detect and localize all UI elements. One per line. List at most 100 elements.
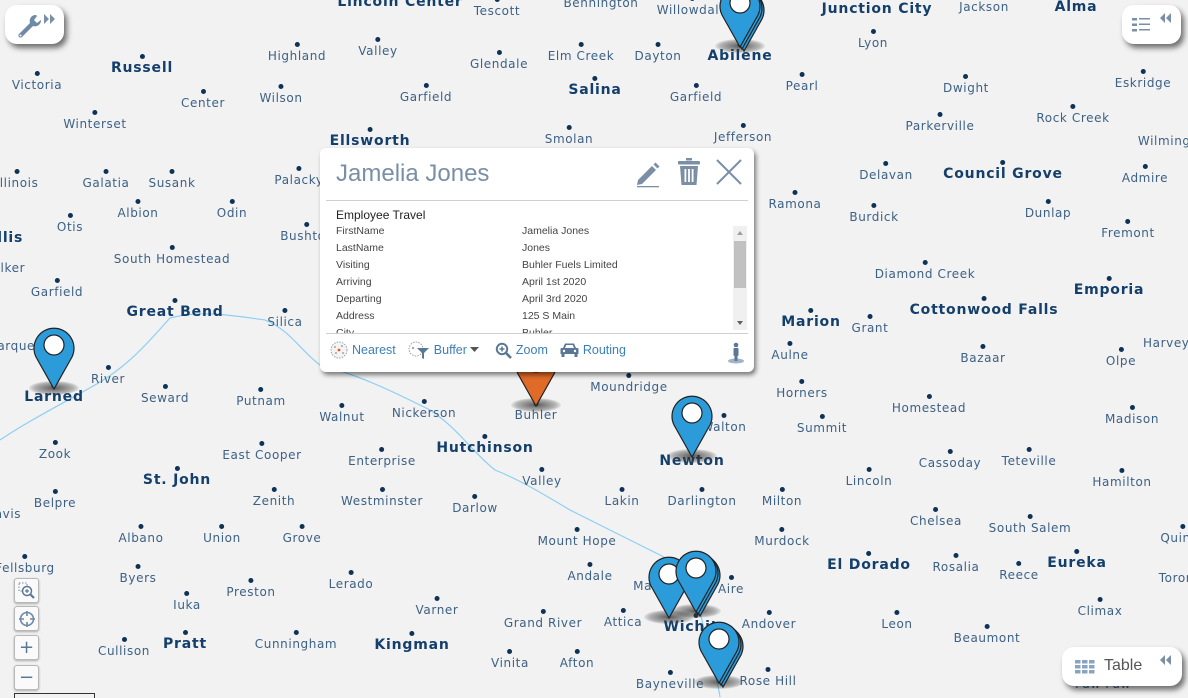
legend-button[interactable]: [1122, 5, 1181, 44]
place-dot: [282, 308, 288, 313]
place-dot: [22, 554, 28, 559]
place-name: Grove: [282, 531, 322, 545]
popup-scrollbar[interactable]: [733, 226, 747, 330]
place-name: Westminster: [340, 494, 424, 508]
zoom-magnifier-icon: [495, 342, 512, 359]
place-name: Center: [181, 96, 225, 110]
place-label: Wilson: [259, 84, 302, 105]
place-name: Lakin: [604, 494, 640, 508]
zoom-to-button[interactable]: Zoom: [495, 342, 548, 359]
place-label: Dwight: [943, 74, 989, 95]
place-label: Pearl: [786, 72, 819, 93]
place-name: Willowdale: [656, 3, 728, 17]
table-panel-button[interactable]: Table: [1062, 647, 1182, 686]
place-label: Preston: [226, 578, 275, 599]
map-pin[interactable]: [32, 325, 76, 391]
place-name: Bennington: [563, 0, 639, 10]
locate-button[interactable]: [14, 606, 39, 631]
box-zoom-button[interactable]: [14, 578, 39, 603]
street-view-person-icon[interactable]: [727, 342, 745, 364]
place-dot: [200, 89, 206, 94]
tools-button[interactable]: [5, 5, 64, 44]
place-dot: [294, 42, 300, 47]
edit-pencil-icon[interactable]: [634, 160, 662, 188]
place-dot: [169, 245, 175, 250]
place-label: Dunlap: [1025, 199, 1071, 220]
attribute-row: LastName Jones: [336, 242, 732, 259]
place-name: Madison: [1104, 412, 1160, 426]
double-chevron-left-icon: [1160, 13, 1171, 23]
popup-actions: Nearest Buffer Zoom Routing: [330, 341, 638, 359]
place-dot: [980, 344, 986, 349]
scroll-down-arrow-icon[interactable]: [733, 318, 747, 328]
zoom-in-button[interactable]: +: [14, 635, 39, 660]
routing-button[interactable]: Routing: [560, 342, 626, 358]
buffer-label: Buffer: [433, 343, 467, 357]
place-dot: [540, 609, 546, 614]
place-label: Rose Hill: [739, 667, 796, 688]
nearest-icon: [330, 341, 348, 359]
place-label: Odin: [217, 199, 247, 220]
place-name: Harveyville: [1143, 336, 1188, 350]
map-pin[interactable]: [718, 0, 762, 49]
zoom-label: Zoom: [515, 343, 548, 357]
place-label: Lyon: [858, 29, 888, 50]
place-dot: [182, 630, 188, 635]
place-dot: [229, 199, 235, 204]
nearest-button[interactable]: Nearest: [330, 341, 396, 359]
place-label: Eureka: [1047, 549, 1107, 570]
attribute-value: April 1st 2020: [522, 276, 587, 288]
popup-footer-divider: [326, 333, 748, 334]
place-label: Lincoln: [846, 467, 893, 488]
buffer-dropdown[interactable]: Buffer: [408, 341, 483, 359]
place-label: Diamond Creek: [875, 260, 976, 281]
place-name: Ramona: [768, 197, 822, 211]
place-label: Cassoday: [919, 449, 981, 470]
zoom-out-button[interactable]: −: [14, 665, 39, 690]
place-label: Moundridge: [590, 373, 667, 394]
place-dot: [1129, 405, 1135, 410]
table-grid-icon: [1075, 660, 1095, 674]
place-name: Darlington: [667, 494, 737, 508]
place-dot: [1118, 347, 1124, 352]
attribute-row: Visiting Buhler Fuels Limited: [336, 259, 732, 276]
scrollbar-thumb[interactable]: [734, 241, 746, 288]
place-label: Mount Hope: [538, 527, 617, 548]
place-dot: [423, 83, 429, 88]
place-name: Hutchinson: [436, 440, 534, 456]
place-label: Lerado: [329, 570, 374, 591]
map-pin[interactable]: [697, 619, 741, 685]
place-name: Rose Hill: [739, 674, 797, 688]
list-icon: [1132, 18, 1150, 32]
place-label: Varner: [416, 596, 459, 617]
attribute-key: Address: [336, 310, 375, 322]
box-zoom-icon: [18, 582, 35, 599]
caret-down-icon: [469, 347, 479, 352]
popup-header-divider: [326, 200, 748, 201]
scroll-up-arrow-icon[interactable]: [733, 228, 747, 238]
place-label: Lincoln Center: [337, 0, 462, 9]
buffer-filter-icon: [408, 341, 429, 359]
wrench-icon: [18, 14, 42, 38]
place-dot: [1000, 160, 1006, 165]
place-label: Ellsworth: [330, 127, 411, 148]
place-dot: [162, 384, 168, 389]
place-label: Zenith: [253, 487, 295, 508]
place-label: Cottonwood Falls: [910, 296, 1059, 317]
place-name: Parkerville: [905, 119, 975, 133]
close-icon[interactable]: [716, 159, 742, 185]
place-dot: [1140, 69, 1146, 74]
map-pin[interactable]: [674, 548, 718, 614]
popup-attribute-list[interactable]: FirstName Jamelia Jones LastName Jones Visit…: [336, 225, 732, 333]
map-pin[interactable]: [670, 393, 714, 459]
delete-trash-icon[interactable]: [677, 158, 701, 186]
place-dot: [867, 314, 873, 319]
place-name: Attica: [603, 615, 643, 629]
car-icon: [560, 343, 579, 357]
place-label: Hamilton: [1092, 468, 1151, 489]
place-name: Delavan: [859, 168, 913, 182]
place-name: Salina: [568, 82, 622, 98]
place-label: Homestead: [892, 394, 966, 415]
place-name: South Salem: [988, 521, 1072, 535]
place-name: Varner: [415, 603, 459, 617]
